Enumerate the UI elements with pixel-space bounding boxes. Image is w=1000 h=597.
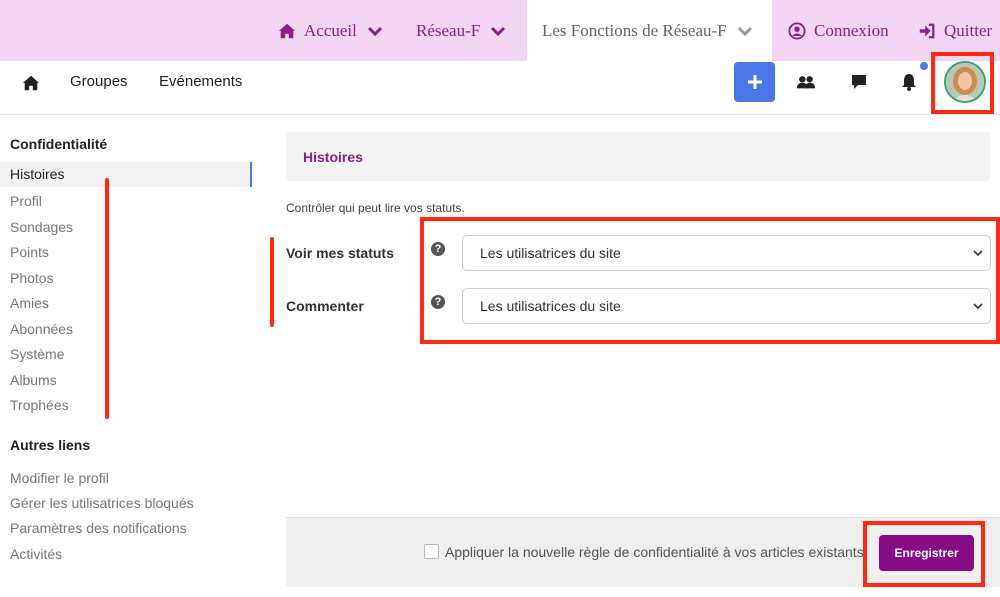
home-icon — [278, 23, 296, 38]
plus-icon — [747, 75, 762, 89]
apply-existing-label[interactable]: Appliquer la nouvelle règle de confident… — [445, 544, 864, 560]
annotation-box-save — [863, 521, 985, 587]
sidebar-heading-confidentialite: Confidentialité — [10, 136, 108, 152]
annotation-box-avatar — [931, 52, 994, 114]
home-icon[interactable] — [22, 74, 40, 92]
nav-evenements[interactable]: Evénements — [159, 73, 242, 90]
nav-accueil-label: Accueil — [304, 20, 357, 40]
notification-dot — [920, 62, 928, 70]
sidebar-item-sondages[interactable]: Sondages — [10, 219, 73, 235]
nav-connexion-label: Connexion — [814, 20, 889, 40]
annotation-line-sidebar — [105, 178, 109, 419]
sidebar-item-photos[interactable]: Photos — [10, 270, 54, 286]
chevron-down-icon — [367, 26, 382, 36]
sign-in-icon — [919, 23, 935, 38]
create-button[interactable] — [734, 62, 775, 102]
nav-groupes[interactable]: Groupes — [70, 73, 128, 90]
sidebar-item-profil[interactable]: Profil — [10, 193, 42, 209]
sidebar-link-notifications[interactable]: Paramètres des notifications — [10, 520, 187, 536]
nav-reseau[interactable]: Réseau-F — [416, 0, 506, 61]
nav-fonctions[interactable]: Les Fonctions de Réseau-F — [527, 0, 772, 61]
bell-icon[interactable] — [899, 72, 919, 92]
nav-quitter-label: Quitter — [944, 20, 993, 40]
voir-statuts-label: Voir mes statuts — [286, 245, 394, 261]
nav-reseau-label: Réseau-F — [416, 20, 481, 40]
apply-existing-checkbox[interactable] — [424, 544, 439, 559]
commenter-label: Commenter — [286, 298, 364, 314]
sidebar-item-histoires[interactable]: Histoires — [0, 162, 252, 187]
page-title: Histoires — [303, 149, 363, 165]
sidebar-item-points[interactable]: Points — [10, 244, 49, 260]
chevron-down-icon — [737, 26, 752, 36]
chat-icon[interactable] — [849, 72, 869, 92]
nav-accueil[interactable]: Accueil — [278, 0, 383, 61]
section-description: Contrôler qui peut lire vos statuts. — [286, 201, 465, 215]
sidebar-item-systeme[interactable]: Système — [10, 346, 64, 362]
sidebar-item-abonnees[interactable]: Abonnées — [10, 321, 73, 337]
sidebar-link-utilisatrices-bloquees[interactable]: Gérer les utilisatrices bloqués — [10, 495, 194, 511]
sidebar-item-albums[interactable]: Albums — [10, 372, 57, 388]
sidebar-heading-autres-liens: Autres liens — [10, 437, 91, 453]
sidebar-link-activites[interactable]: Activités — [10, 546, 62, 562]
nav-connexion[interactable]: Connexion — [788, 0, 889, 61]
sidebar-link-modifier-profil[interactable]: Modifier le profil — [10, 470, 109, 486]
sidebar-item-amies[interactable]: Amies — [10, 295, 49, 311]
section-header: Histoires — [286, 132, 990, 181]
user-circle-icon — [788, 21, 806, 40]
chevron-down-icon — [491, 26, 506, 36]
sidebar-item-trophees[interactable]: Trophées — [10, 397, 69, 413]
annotation-box-selects — [420, 217, 1000, 344]
users-icon[interactable] — [796, 72, 816, 92]
nav-fonctions-label: Les Fonctions de Réseau-F — [542, 20, 727, 40]
annotation-line-labels — [270, 237, 274, 327]
